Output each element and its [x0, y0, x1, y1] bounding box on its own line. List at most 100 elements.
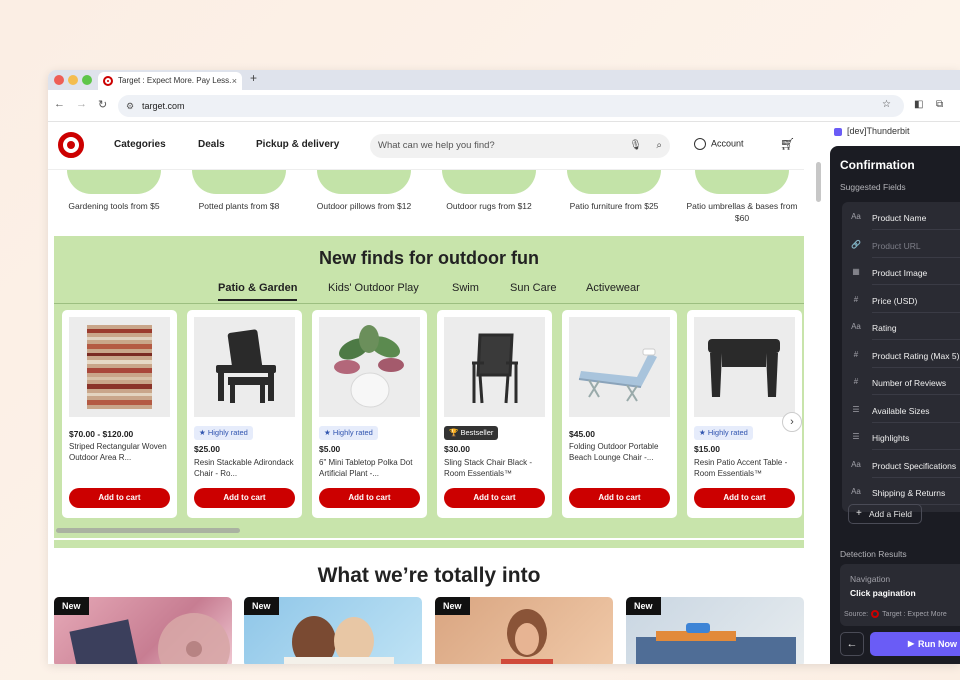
new-badge: New — [626, 597, 661, 615]
highly-rated-badge: ★ Highly rated — [694, 426, 753, 440]
address-bar[interactable]: ⚙ target.com — [118, 95, 904, 117]
product-name[interactable]: Resin Patio Accent Table - Room Essentia… — [694, 457, 797, 479]
add-to-cart-button[interactable]: Add to cart — [194, 488, 295, 508]
product-name[interactable]: Resin Stackable Adirondack Chair - Ro... — [194, 457, 297, 479]
product-name[interactable]: Sling Stack Chair Black - Room Essential… — [444, 457, 547, 479]
field-row[interactable]: Aa Product Name — [842, 206, 960, 230]
field-name[interactable]: Number of Reviews — [872, 371, 960, 395]
site-settings-icon[interactable]: ⚙ — [126, 95, 134, 117]
field-row[interactable]: Aa Product Specifications — [842, 454, 960, 478]
product-card[interactable]: $45.00 Folding Outdoor Portable Beach Lo… — [562, 310, 677, 518]
add-to-cart-button[interactable]: Add to cart — [569, 488, 670, 508]
field-row[interactable]: Aa Rating — [842, 316, 960, 340]
field-row[interactable]: # Product Rating (Max 5) — [842, 344, 960, 368]
minimize-window-button[interactable] — [68, 75, 78, 85]
field-name[interactable]: Available Sizes — [872, 399, 960, 423]
feature-tile[interactable]: New — [244, 597, 422, 664]
field-name[interactable]: Product URL — [872, 234, 960, 258]
source-name: Target : Expect More — [882, 610, 947, 618]
field-name[interactable]: Highlights — [872, 426, 960, 450]
close-window-button[interactable] — [54, 75, 64, 85]
nav-categories[interactable]: Categories — [114, 139, 166, 150]
tab-close-icon[interactable]: × — [232, 72, 237, 90]
field-name[interactable]: Rating — [872, 316, 960, 340]
category-patio-umbrellas[interactable]: Patio umbrellas & bases from $60 — [679, 170, 804, 224]
run-now-button[interactable]: ▶ Run Now — [870, 632, 960, 656]
feature-tile[interactable]: New — [435, 597, 613, 664]
product-price: $70.00 - $120.00 — [69, 429, 134, 439]
new-tab-button[interactable]: + — [250, 71, 257, 85]
puzzle-icon[interactable]: ⧉ — [936, 99, 943, 110]
carousel-scrollbar[interactable] — [56, 528, 240, 533]
field-row[interactable]: # Price (USD) — [842, 289, 960, 313]
product-price: $45.00 — [569, 429, 595, 439]
field-name[interactable]: Product Specifications — [872, 454, 960, 478]
product-name[interactable]: 6" Mini Tabletop Polka Dot Artificial Pl… — [319, 457, 422, 479]
add-to-cart-button[interactable]: Add to cart — [694, 488, 795, 508]
search-icon[interactable]: ⌕ — [656, 134, 662, 158]
maximize-window-button[interactable] — [82, 75, 92, 85]
feature-tile[interactable]: New — [626, 597, 804, 664]
source-line: Source: Target : Expect More — [844, 610, 947, 618]
field-name[interactable]: Product Image — [872, 261, 960, 285]
category-gardening-tools[interactable]: Gardening tools from $5 — [54, 170, 174, 212]
detection-results-label: Detection Results — [840, 549, 907, 559]
search-input[interactable]: What can we help you find? 🎙 ⌕ — [370, 134, 670, 158]
text-type-icon: Aa — [851, 212, 861, 221]
page-scrollbar[interactable] — [816, 162, 821, 202]
add-to-cart-button[interactable]: Add to cart — [69, 488, 170, 508]
category-potted-plants[interactable]: Potted plants from $8 — [179, 170, 299, 212]
back-button[interactable]: ← — [840, 632, 864, 656]
add-to-cart-button[interactable]: Add to cart — [444, 488, 545, 508]
browser-toolbar: ← → ↻ ⚙ target.com ☆ ◧ ⧉ — [48, 90, 960, 122]
tab-patio-garden[interactable]: Patio & Garden — [218, 282, 298, 301]
tab-kids-outdoor-play[interactable]: Kids' Outdoor Play — [328, 282, 419, 294]
cart-icon[interactable]: 🛒︎ — [780, 137, 795, 151]
product-card[interactable]: 🏆 Bestseller $30.00 Sling Stack Chair Bl… — [437, 310, 552, 518]
field-row[interactable]: Aa Shipping & Returns — [842, 481, 960, 505]
forward-arrow-icon[interactable]: → — [76, 98, 87, 110]
category-patio-furniture[interactable]: Patio furniture from $25 — [554, 170, 674, 212]
source-label: Source: — [844, 610, 869, 618]
field-row[interactable]: 🔗 Product URL — [842, 234, 960, 258]
product-price: $15.00 — [694, 444, 720, 454]
product-card[interactable]: $70.00 - $120.00 Striped Rectangular Wov… — [62, 310, 177, 518]
reload-icon[interactable]: ↻ — [98, 98, 107, 111]
nav-deals[interactable]: Deals — [198, 139, 225, 150]
feature-tile[interactable]: New — [54, 597, 232, 664]
category-outdoor-rugs[interactable]: Outdoor rugs from $12 — [429, 170, 549, 212]
tab-swim[interactable]: Swim — [452, 282, 479, 294]
product-name[interactable]: Folding Outdoor Portable Beach Lounge Ch… — [569, 441, 672, 463]
category-outdoor-pillows[interactable]: Outdoor pillows from $12 — [304, 170, 424, 212]
account-button[interactable]: Account — [694, 138, 744, 150]
detection-card[interactable]: Navigation Click pagination Source: Targe… — [840, 564, 960, 626]
field-name[interactable]: Product Rating (Max 5) — [872, 344, 960, 368]
target-logo-icon[interactable] — [58, 132, 84, 158]
carousel-next-button[interactable]: › — [782, 412, 802, 432]
field-name[interactable]: Product Name — [872, 206, 960, 230]
add-field-button[interactable]: + Add a Field — [848, 504, 922, 524]
target-favicon-icon — [103, 76, 113, 86]
tab-sun-care[interactable]: Sun Care — [510, 282, 556, 294]
field-name[interactable]: Shipping & Returns — [872, 481, 960, 505]
product-name[interactable]: Striped Rectangular Woven Outdoor Area R… — [69, 441, 172, 463]
field-name[interactable]: Price (USD) — [872, 289, 960, 313]
browser-tab[interactable]: Target : Expect More. Pay Less. × — [98, 72, 242, 90]
microphone-icon[interactable]: 🎙 — [629, 134, 642, 158]
star-icon: ★ — [324, 428, 333, 437]
field-row[interactable]: ☰ Available Sizes — [842, 399, 960, 423]
product-card[interactable]: ★ Highly rated $5.00 6" Mini Tabletop Po… — [312, 310, 427, 518]
sling-chair-image — [444, 317, 545, 417]
number-list-type-icon: # — [853, 350, 859, 359]
field-row[interactable]: ▦ Product Image — [842, 261, 960, 285]
tab-activewear[interactable]: Activewear — [586, 282, 640, 294]
extension-icon[interactable]: ◧ — [914, 99, 923, 110]
back-arrow-icon[interactable]: ← — [54, 98, 65, 110]
field-row[interactable]: # Number of Reviews — [842, 371, 960, 395]
add-to-cart-button[interactable]: Add to cart — [319, 488, 420, 508]
product-card[interactable]: ★ Highly rated $25.00 Resin Stackable Ad… — [187, 310, 302, 518]
new-badge: New — [244, 597, 279, 615]
field-row[interactable]: ☰ Highlights — [842, 426, 960, 450]
nav-pickup-delivery[interactable]: Pickup & delivery — [256, 139, 339, 150]
bookmark-star-icon[interactable]: ☆ — [882, 99, 891, 110]
